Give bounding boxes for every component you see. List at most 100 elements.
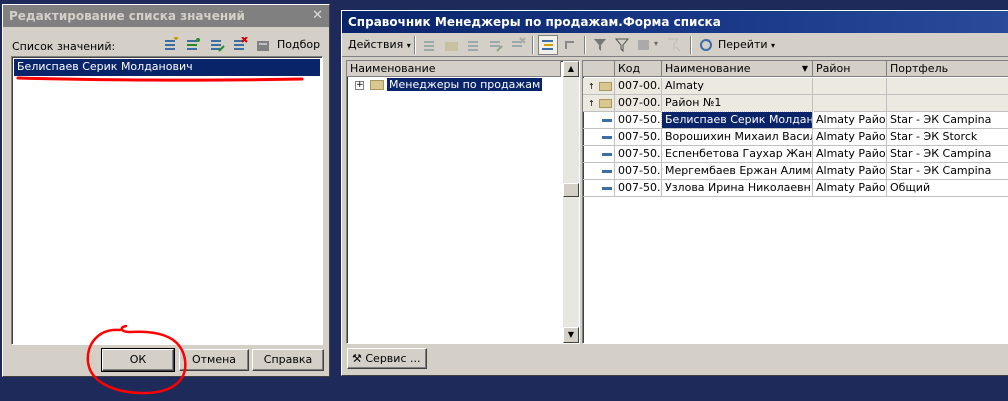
copy-item-icon[interactable] bbox=[185, 37, 201, 53]
history-icon[interactable] bbox=[636, 37, 652, 53]
item-row-icon[interactable] bbox=[583, 112, 615, 129]
item-row-icon[interactable] bbox=[583, 129, 615, 146]
table-cell-portfolio[interactable]: Star - ЭК Campina bbox=[887, 112, 1008, 129]
column-header-code[interactable]: Код bbox=[615, 61, 662, 77]
tree-header[interactable]: Наименование bbox=[347, 61, 561, 77]
column-header-portfolio[interactable]: Портфель bbox=[887, 61, 1008, 77]
tree-panel[interactable]: Наименование + Менеджеры по продажам ▲ ▼ bbox=[346, 60, 580, 344]
table-cell-portfolio[interactable]: Star - ЭК Campina bbox=[887, 146, 1008, 163]
table-cell-code[interactable]: 007-50... bbox=[615, 129, 662, 146]
chevron-down-icon: ▾ bbox=[771, 41, 776, 50]
goto-menu[interactable]: Перейти ▾ bbox=[718, 38, 775, 51]
ok-button[interactable]: ОК bbox=[101, 348, 175, 372]
folder-row-icon[interactable]: ↑ bbox=[583, 78, 615, 95]
table-cell-name[interactable]: Белиспаев Серик Молдано... bbox=[661, 111, 814, 130]
chevron-down-icon: ▾ bbox=[406, 41, 411, 50]
chevron-down-icon[interactable]: ▾ bbox=[654, 39, 658, 48]
ok-button-label: ОК bbox=[129, 353, 147, 366]
tree-scrollbar[interactable]: ▲ ▼ bbox=[563, 61, 579, 343]
column-header-name-label: Наименование bbox=[665, 62, 751, 75]
table-panel[interactable]: Код Наименование ▼ Район Портфель ↑ 007-0… bbox=[582, 60, 1008, 344]
add-folder-icon[interactable] bbox=[444, 37, 460, 53]
table-cell-portfolio[interactable] bbox=[887, 78, 1008, 95]
arrow-up-icon: ↑ bbox=[588, 99, 595, 108]
copy-icon[interactable] bbox=[466, 37, 482, 53]
folder-icon bbox=[369, 80, 384, 90]
close-icon[interactable]: ✕ bbox=[312, 5, 323, 27]
filter-by-value-icon[interactable] bbox=[614, 37, 630, 53]
table-cell-district[interactable]: Almaty Райо... bbox=[813, 112, 887, 129]
service-button-label: Сервис ... bbox=[365, 352, 421, 365]
main-toolbar: Действия ▾ ▾ Перейти ▾ bbox=[342, 33, 1008, 57]
element-icon bbox=[602, 152, 612, 156]
item-row-icon[interactable] bbox=[583, 180, 615, 197]
managers-list-window: Справочник Менеджеры по продажам.Форма с… bbox=[341, 10, 1008, 376]
table-cell-district[interactable] bbox=[813, 95, 887, 112]
table-cell-name[interactable]: Ворошихин Михаил Василь... bbox=[662, 129, 813, 146]
main-window-title: Справочник Менеджеры по продажам.Форма с… bbox=[348, 15, 721, 29]
main-titlebar: Справочник Менеджеры по продажам.Форма с… bbox=[342, 11, 1008, 33]
table-cell-name[interactable]: Мергембаев Ержан Алимг... bbox=[662, 163, 813, 180]
clear-list-icon[interactable] bbox=[255, 37, 271, 53]
clear-filter-icon[interactable] bbox=[666, 37, 682, 53]
expand-icon[interactable]: + bbox=[355, 80, 364, 90]
table-cell-code[interactable]: 007-50... bbox=[615, 146, 662, 163]
delete-mark-icon[interactable] bbox=[510, 37, 526, 53]
table-cell-district[interactable]: Almaty Райо... bbox=[813, 146, 887, 163]
edit-item-icon[interactable] bbox=[209, 37, 225, 53]
sort-desc-icon: ▼ bbox=[801, 64, 808, 73]
add-item-icon[interactable] bbox=[163, 36, 179, 53]
table-cell-district[interactable]: Almaty Райо... bbox=[813, 180, 887, 197]
table-cell-code[interactable]: 007-00... bbox=[615, 78, 662, 95]
toolbar-separator bbox=[584, 36, 586, 54]
table-cell-district[interactable]: Almaty Райо... bbox=[813, 163, 887, 180]
scroll-down-icon[interactable]: ▼ bbox=[563, 327, 579, 343]
scroll-thumb[interactable] bbox=[563, 183, 579, 197]
tree-root-label: Менеджеры по продажам bbox=[387, 78, 543, 91]
actions-menu-label: Действия bbox=[348, 38, 404, 51]
table-cell-code[interactable]: 007-50... bbox=[615, 112, 662, 129]
table-cell-portfolio[interactable] bbox=[887, 95, 1008, 112]
element-icon bbox=[602, 118, 612, 122]
edit-icon[interactable] bbox=[488, 37, 504, 53]
scroll-up-icon[interactable]: ▲ bbox=[563, 61, 579, 77]
folder-row-icon[interactable]: ↑ bbox=[583, 95, 615, 112]
level-up-icon[interactable] bbox=[562, 37, 578, 53]
table-cell-portfolio[interactable]: Общий bbox=[887, 180, 1008, 197]
item-row-icon[interactable] bbox=[583, 163, 615, 180]
dialog-titlebar: Редактирование списка значений ✕ bbox=[3, 5, 329, 27]
table-cell-code[interactable]: 007-00... bbox=[615, 95, 662, 112]
help-button[interactable]: Справка bbox=[252, 349, 324, 371]
hierarchy-icon[interactable] bbox=[538, 35, 558, 55]
table-cell-portfolio[interactable]: Star - ЭК Storck bbox=[887, 129, 1008, 146]
table-cell-name[interactable]: Район №1 bbox=[662, 95, 813, 112]
element-icon bbox=[602, 186, 612, 190]
element-icon bbox=[602, 135, 612, 139]
table-cell-portfolio[interactable]: Star - ЭК Campina bbox=[887, 163, 1008, 180]
table-cell-district[interactable] bbox=[813, 78, 887, 95]
service-button[interactable]: ⚒ Сервис ... bbox=[347, 348, 427, 369]
refresh-icon[interactable] bbox=[698, 37, 714, 53]
cancel-button[interactable]: Отмена bbox=[179, 349, 249, 371]
selection-button[interactable]: Подбор bbox=[277, 38, 320, 51]
icon-column-header[interactable] bbox=[583, 61, 615, 77]
table-cell-name[interactable]: Almaty bbox=[662, 78, 813, 95]
tree-root-node[interactable]: + Менеджеры по продажам bbox=[355, 78, 543, 94]
table-cell-code[interactable]: 007-50... bbox=[615, 180, 662, 197]
table-cell-district[interactable]: Almaty Райо... bbox=[813, 129, 887, 146]
add-icon[interactable] bbox=[422, 37, 438, 53]
actions-menu[interactable]: Действия ▾ bbox=[348, 38, 411, 51]
list-item-selected[interactable]: Белиспаев Серик Молданович bbox=[14, 59, 320, 76]
table-cell-code[interactable]: 007-50... bbox=[615, 163, 662, 180]
value-list[interactable]: Белиспаев Серик Молданович bbox=[11, 56, 323, 345]
delete-item-icon[interactable] bbox=[232, 36, 248, 53]
column-header-name[interactable]: Наименование ▼ bbox=[662, 61, 813, 77]
filter-icon[interactable] bbox=[592, 37, 608, 53]
table-cell-name[interactable]: Еспенбетова Гаухар Жана... bbox=[662, 146, 813, 163]
dialog-title: Редактирование списка значений bbox=[9, 9, 245, 23]
table-cell-name[interactable]: Узлова Ирина Николаевн... bbox=[662, 180, 813, 197]
column-header-district[interactable]: Район bbox=[813, 61, 887, 77]
help-button-label: Справка bbox=[263, 353, 313, 366]
toolbar-separator bbox=[532, 36, 534, 54]
item-row-icon[interactable] bbox=[583, 146, 615, 163]
